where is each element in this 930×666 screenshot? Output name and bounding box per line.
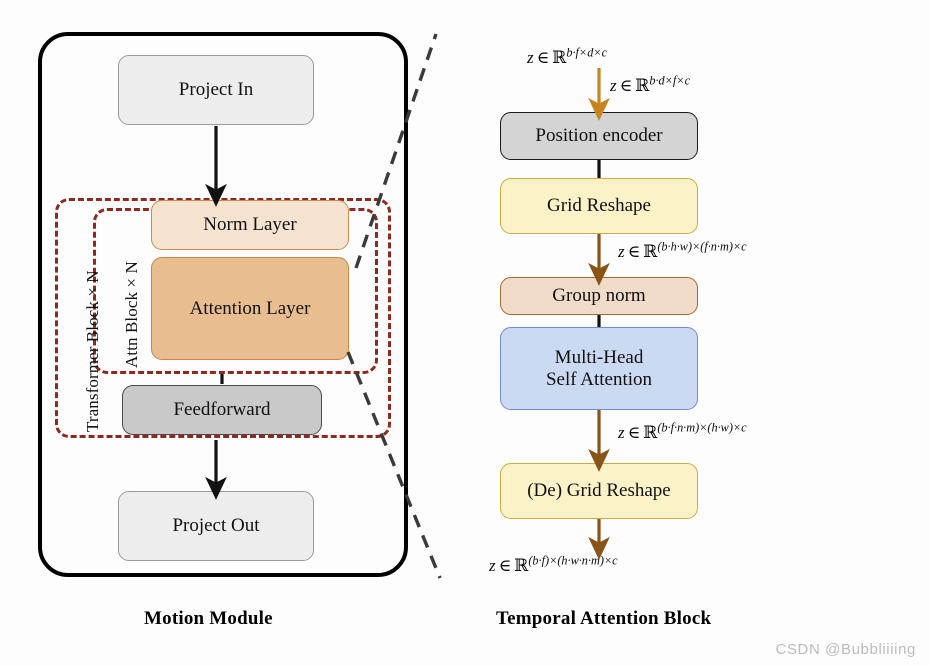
node-norm-layer-label: Norm Layer bbox=[203, 214, 297, 236]
in-symbol: ∈ bbox=[498, 556, 512, 575]
annotation-2-exponent: b·d×f×c bbox=[649, 73, 690, 88]
annotation-output-shape: z ∈ ℝ(b·f)×(h·w·n·m)×c bbox=[489, 553, 618, 576]
node-mhsa-label-line1: Multi-Head bbox=[554, 347, 644, 369]
transformer-block-label: Transformer Block × N bbox=[83, 270, 102, 432]
node-group-norm-label: Group norm bbox=[552, 285, 646, 307]
z-symbol: z bbox=[610, 76, 617, 95]
node-project-out[interactable]: Project Out bbox=[118, 491, 314, 561]
node-multi-head-self-attention[interactable]: Multi-Head Self Attention bbox=[500, 327, 698, 410]
diagram-canvas: Transformer Block × N Attn Block × N Pro… bbox=[0, 0, 930, 666]
node-feedforward[interactable]: Feedforward bbox=[122, 385, 322, 435]
node-position-encoder-label: Position encoder bbox=[535, 125, 663, 147]
annotation-after-attention: z ∈ ℝ(b·f·n·m)×(h·w)×c bbox=[618, 420, 747, 443]
annotation-after-permute: z ∈ ℝb·d×f×c bbox=[610, 73, 690, 96]
node-grid-reshape-label: Grid Reshape bbox=[547, 195, 651, 217]
node-de-grid-reshape-label: (De) Grid Reshape bbox=[527, 480, 671, 502]
annotation-after-grid-reshape: z ∈ ℝ(b·h·w)×(f·n·m)×c bbox=[618, 239, 747, 262]
node-project-in[interactable]: Project In bbox=[118, 55, 314, 125]
node-attention-layer-label: Attention Layer bbox=[189, 297, 311, 319]
in-symbol: ∈ bbox=[627, 242, 641, 261]
caption-temporal-attention-block: Temporal Attention Block bbox=[496, 608, 712, 629]
node-mhsa-label-line2: Self Attention bbox=[545, 368, 653, 390]
node-feedforward-label: Feedforward bbox=[173, 399, 271, 421]
caption-motion-module: Motion Module bbox=[144, 608, 273, 629]
annotation-5-exponent: (b·f)×(h·w·n·m)×c bbox=[528, 553, 618, 568]
node-project-out-label: Project Out bbox=[172, 515, 260, 537]
annotation-4-exponent: (b·f·n·m)×(h·w)×c bbox=[657, 420, 747, 435]
node-project-in-label: Project In bbox=[178, 79, 254, 101]
reals-symbol: ℝ bbox=[635, 76, 650, 95]
z-symbol: z bbox=[618, 423, 625, 442]
reals-symbol: ℝ bbox=[643, 242, 658, 261]
watermark-text: CSDN @Bubbliiiing bbox=[775, 641, 916, 658]
reals-symbol: ℝ bbox=[514, 556, 529, 575]
node-de-grid-reshape[interactable]: (De) Grid Reshape bbox=[500, 463, 698, 519]
node-norm-layer[interactable]: Norm Layer bbox=[151, 200, 349, 250]
annotation-input-shape: z ∈ ℝb·f×d×c bbox=[527, 45, 607, 68]
in-symbol: ∈ bbox=[627, 423, 641, 442]
annotation-3-exponent: (b·h·w)×(f·n·m)×c bbox=[657, 239, 747, 254]
z-symbol: z bbox=[618, 242, 625, 261]
z-symbol: z bbox=[527, 48, 534, 67]
z-symbol: z bbox=[489, 556, 496, 575]
in-symbol: ∈ bbox=[619, 76, 633, 95]
annotation-1-exponent: b·f×d×c bbox=[566, 45, 607, 60]
attn-block-label: Attn Block × N bbox=[122, 261, 141, 368]
reals-symbol: ℝ bbox=[552, 48, 567, 67]
node-group-norm[interactable]: Group norm bbox=[500, 277, 698, 315]
node-attention-layer[interactable]: Attention Layer bbox=[151, 257, 349, 360]
node-grid-reshape[interactable]: Grid Reshape bbox=[500, 178, 698, 234]
in-symbol: ∈ bbox=[536, 48, 550, 67]
reals-symbol: ℝ bbox=[643, 423, 658, 442]
node-position-encoder[interactable]: Position encoder bbox=[500, 112, 698, 160]
